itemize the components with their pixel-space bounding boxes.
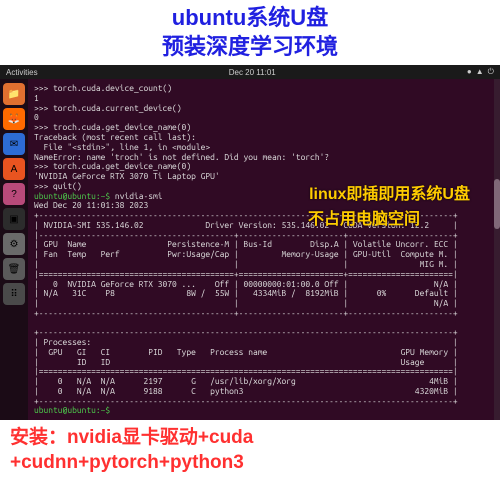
footer: 安装：nvidia显卡驱动+cuda +cudnn+pytorch+python… bbox=[0, 420, 500, 481]
firefox-icon[interactable]: 🦊 bbox=[3, 108, 25, 130]
overlay-text-2: 不占用电脑空间 bbox=[308, 205, 420, 229]
help-icon[interactable]: ? bbox=[3, 183, 25, 205]
dock: 📁 🦊 ✉ A ? ▣ ⚙ 🗑 ⠿ bbox=[0, 79, 28, 420]
scrollbar-thumb[interactable] bbox=[494, 179, 500, 229]
heading: ubuntu系统U盘 预装深度学习环境 bbox=[0, 0, 500, 65]
ubuntu-desktop: Activities Dec 20 11:01 ● ▲ ⏻ 📁 🦊 ✉ A ? … bbox=[0, 65, 500, 420]
topbar-datetime[interactable]: Dec 20 11:01 bbox=[229, 68, 276, 77]
heading-line2: 预装深度学习环境 bbox=[0, 33, 500, 62]
software-icon[interactable]: A bbox=[3, 158, 25, 180]
volume-icon: ▲ bbox=[476, 67, 484, 77]
status-area[interactable]: ● ▲ ⏻ bbox=[467, 67, 494, 77]
terminal-icon[interactable]: ▣ bbox=[3, 208, 25, 230]
footer-line2: +cudnn+pytorch+python3 bbox=[10, 451, 490, 476]
activities-button[interactable]: Activities bbox=[6, 68, 38, 77]
settings-icon[interactable]: ⚙ bbox=[3, 233, 25, 255]
files-icon[interactable]: 📁 bbox=[3, 83, 25, 105]
gnome-topbar: Activities Dec 20 11:01 ● ▲ ⏻ bbox=[0, 65, 500, 79]
network-icon: ● bbox=[467, 67, 472, 77]
trash-icon[interactable]: 🗑 bbox=[3, 258, 25, 280]
power-icon: ⏻ bbox=[488, 67, 494, 77]
overlay-text-1: linux即插即用系统U盘 bbox=[309, 180, 470, 204]
terminal-window[interactable]: >>> torch.cuda.device_count() 1 >>> torc… bbox=[28, 79, 500, 420]
show-apps-icon[interactable]: ⠿ bbox=[3, 283, 25, 305]
heading-line1: ubuntu系统U盘 bbox=[0, 4, 500, 33]
terminal-scrollbar[interactable] bbox=[494, 79, 500, 420]
thunderbird-icon[interactable]: ✉ bbox=[3, 133, 25, 155]
footer-line1: 安装：nvidia显卡驱动+cuda bbox=[10, 426, 490, 451]
